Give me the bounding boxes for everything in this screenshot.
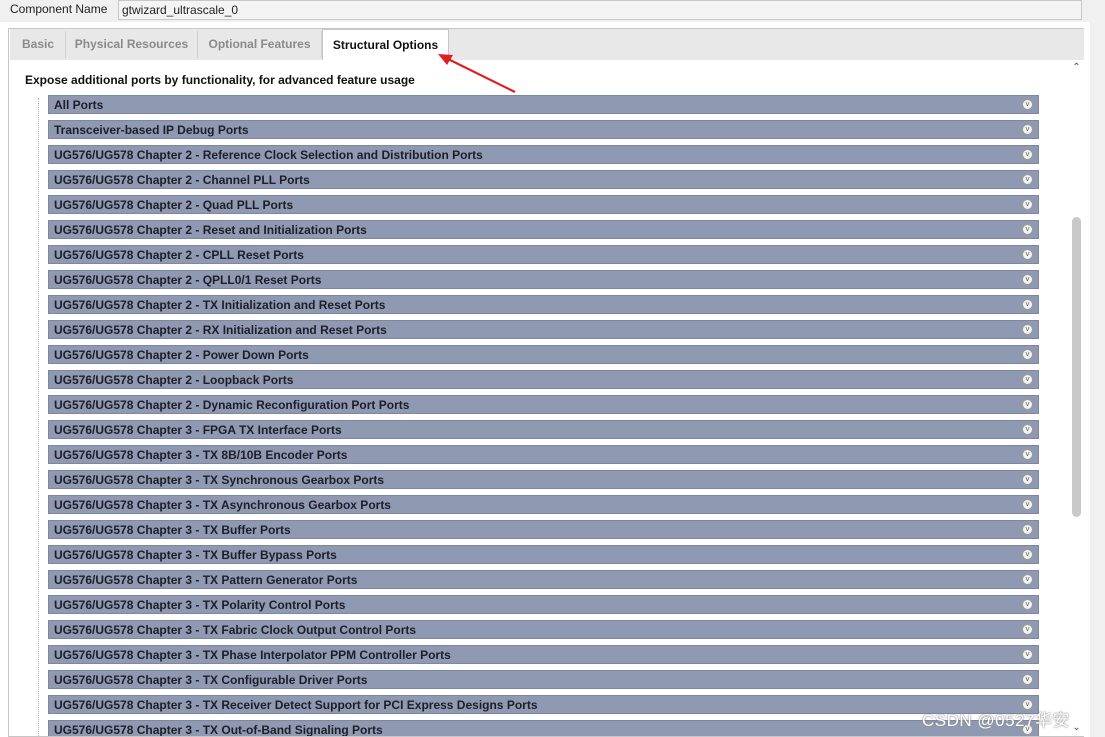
chevron-down-circle-icon[interactable]: ˅ bbox=[1022, 599, 1033, 610]
chevron-down-circle-icon[interactable]: ˅ bbox=[1022, 299, 1033, 310]
tab-structural-options[interactable]: Structural Options bbox=[322, 29, 449, 60]
port-group-header[interactable]: UG576/UG578 Chapter 3 - TX Synchronous G… bbox=[48, 470, 1039, 489]
port-group-header[interactable]: UG576/UG578 Chapter 2 - Reference Clock … bbox=[48, 145, 1039, 164]
chevron-up-icon[interactable]: ⌃ bbox=[1071, 62, 1082, 74]
chevron-down-circle-icon[interactable]: ˅ bbox=[1022, 674, 1033, 685]
port-group-label: UG576/UG578 Chapter 2 - Quad PLL Ports bbox=[54, 198, 294, 212]
chevron-down-circle-icon[interactable]: ˅ bbox=[1022, 174, 1033, 185]
port-group-label: UG576/UG578 Chapter 3 - TX Pattern Gener… bbox=[54, 573, 358, 587]
port-group-header[interactable]: UG576/UG578 Chapter 3 - TX Configurable … bbox=[48, 670, 1039, 689]
port-group-header[interactable]: Transceiver-based IP Debug Ports ˅ bbox=[48, 120, 1039, 139]
port-group-label: UG576/UG578 Chapter 3 - TX Polarity Cont… bbox=[54, 598, 346, 612]
port-group-header[interactable]: UG576/UG578 Chapter 3 - TX Pattern Gener… bbox=[48, 570, 1039, 589]
vertical-scrollbar[interactable]: ⌃ ⌄ bbox=[1069, 60, 1084, 736]
port-group-header[interactable]: UG576/UG578 Chapter 3 - TX Buffer Ports ˅ bbox=[48, 520, 1039, 539]
port-group-label: UG576/UG578 Chapter 3 - TX Asynchronous … bbox=[54, 498, 391, 512]
component-name-row: Component Name bbox=[0, 0, 1105, 22]
component-name-input[interactable] bbox=[118, 0, 1082, 20]
chevron-down-circle-icon[interactable]: ˅ bbox=[1022, 99, 1033, 110]
chevron-down-circle-icon[interactable]: ˅ bbox=[1022, 524, 1033, 535]
chevron-down-circle-icon[interactable]: ˅ bbox=[1022, 149, 1033, 160]
port-group-label: UG576/UG578 Chapter 2 - RX Initializatio… bbox=[54, 323, 387, 337]
port-group-label: UG576/UG578 Chapter 3 - TX Fabric Clock … bbox=[54, 623, 417, 637]
chevron-down-circle-icon[interactable]: ˅ bbox=[1022, 349, 1033, 360]
port-group-label: UG576/UG578 Chapter 2 - QPLL0/1 Reset Po… bbox=[54, 273, 322, 287]
port-group-header[interactable]: UG576/UG578 Chapter 3 - TX Asynchronous … bbox=[48, 495, 1039, 514]
chevron-down-circle-icon[interactable]: ˅ bbox=[1022, 499, 1033, 510]
tree-guide-line bbox=[38, 98, 39, 736]
port-group-label: UG576/UG578 Chapter 3 - TX 8B/10B Encode… bbox=[54, 448, 348, 462]
config-panel: Basic Physical Resources Optional Featur… bbox=[8, 28, 1084, 737]
port-group-label: UG576/UG578 Chapter 3 - TX Synchronous G… bbox=[54, 473, 385, 487]
chevron-down-circle-icon[interactable]: ˅ bbox=[1022, 424, 1033, 435]
structural-options-content: Expose additional ports by functionality… bbox=[10, 60, 1058, 736]
tab-bar: Basic Physical Resources Optional Featur… bbox=[10, 29, 1084, 60]
port-group-label: Transceiver-based IP Debug Ports bbox=[54, 123, 249, 137]
chevron-down-circle-icon[interactable]: ˅ bbox=[1022, 249, 1033, 260]
port-group-label: UG576/UG578 Chapter 2 - Dynamic Reconfig… bbox=[54, 398, 410, 412]
chevron-down-circle-icon[interactable]: ˅ bbox=[1022, 224, 1033, 235]
port-group-header[interactable]: UG576/UG578 Chapter 3 - FPGA TX Interfac… bbox=[48, 420, 1039, 439]
port-group-label: UG576/UG578 Chapter 2 - Power Down Ports bbox=[54, 348, 309, 362]
port-group-header[interactable]: UG576/UG578 Chapter 2 - TX Initializatio… bbox=[48, 295, 1039, 314]
chevron-down-circle-icon[interactable]: ˅ bbox=[1022, 324, 1033, 335]
port-group-header[interactable]: All Ports ˅ bbox=[48, 95, 1039, 114]
port-group-label: UG576/UG578 Chapter 2 - CPLL Reset Ports bbox=[54, 248, 304, 262]
port-group-header[interactable]: UG576/UG578 Chapter 2 - CPLL Reset Ports… bbox=[48, 245, 1039, 264]
chevron-down-circle-icon[interactable]: ˅ bbox=[1022, 549, 1033, 560]
port-group-header[interactable]: UG576/UG578 Chapter 2 - Channel PLL Port… bbox=[48, 170, 1039, 189]
tab-basic[interactable]: Basic bbox=[11, 31, 66, 58]
watermark: CSDN @0527华安 bbox=[922, 711, 1070, 730]
port-group-label: UG576/UG578 Chapter 2 - TX Initializatio… bbox=[54, 298, 386, 312]
chevron-down-circle-icon[interactable]: ˅ bbox=[1022, 274, 1033, 285]
chevron-down-circle-icon[interactable]: ˅ bbox=[1022, 574, 1033, 585]
scroll-thumb[interactable] bbox=[1072, 217, 1081, 517]
port-group-header[interactable]: UG576/UG578 Chapter 2 - QPLL0/1 Reset Po… bbox=[48, 270, 1039, 289]
port-group-header[interactable]: UG576/UG578 Chapter 2 - Loopback Ports ˅ bbox=[48, 370, 1039, 389]
port-group-label: UG576/UG578 Chapter 3 - TX Out-of-Band S… bbox=[54, 723, 383, 736]
chevron-down-circle-icon[interactable]: ˅ bbox=[1022, 624, 1033, 635]
outer-right-strip bbox=[1090, 0, 1105, 737]
component-name-label: Component Name bbox=[10, 2, 108, 16]
port-group-label: UG576/UG578 Chapter 3 - TX Phase Interpo… bbox=[54, 648, 451, 662]
chevron-down-circle-icon[interactable]: ˅ bbox=[1022, 399, 1033, 410]
port-group-header[interactable]: UG576/UG578 Chapter 2 - Quad PLL Ports ˅ bbox=[48, 195, 1039, 214]
port-group-header[interactable]: UG576/UG578 Chapter 2 - Power Down Ports… bbox=[48, 345, 1039, 364]
tab-physical-resources[interactable]: Physical Resources bbox=[66, 31, 198, 58]
port-group-label: UG576/UG578 Chapter 3 - TX Receiver Dete… bbox=[54, 698, 538, 712]
port-group-header[interactable]: UG576/UG578 Chapter 3 - TX Out-of-Band S… bbox=[48, 720, 1039, 736]
chevron-down-circle-icon[interactable]: ˅ bbox=[1022, 474, 1033, 485]
port-group-header[interactable]: UG576/UG578 Chapter 3 - TX Receiver Dete… bbox=[48, 695, 1039, 714]
port-group-header[interactable]: UG576/UG578 Chapter 2 - Reset and Initia… bbox=[48, 220, 1039, 239]
port-group-label: All Ports bbox=[54, 98, 104, 112]
port-group-header[interactable]: UG576/UG578 Chapter 2 - Dynamic Reconfig… bbox=[48, 395, 1039, 414]
chevron-down-circle-icon[interactable]: ˅ bbox=[1022, 449, 1033, 460]
port-group-label: UG576/UG578 Chapter 2 - Loopback Ports bbox=[54, 373, 294, 387]
port-group-list: All Ports ˅ Transceiver-based IP Debug Por… bbox=[48, 95, 1039, 736]
port-group-label: UG576/UG578 Chapter 3 - TX Configurable … bbox=[54, 673, 368, 687]
chevron-down-circle-icon[interactable]: ˅ bbox=[1022, 374, 1033, 385]
section-heading: Expose additional ports by functionality… bbox=[25, 73, 415, 87]
port-group-header[interactable]: UG576/UG578 Chapter 3 - TX Buffer Bypass… bbox=[48, 545, 1039, 564]
port-group-label: UG576/UG578 Chapter 2 - Channel PLL Port… bbox=[54, 173, 310, 187]
chevron-down-circle-icon[interactable]: ˅ bbox=[1022, 199, 1033, 210]
chevron-down-circle-icon[interactable]: ˅ bbox=[1022, 124, 1033, 135]
port-group-label: UG576/UG578 Chapter 3 - TX Buffer Ports bbox=[54, 523, 291, 537]
port-group-label: UG576/UG578 Chapter 3 - TX Buffer Bypass… bbox=[54, 548, 337, 562]
port-group-label: UG576/UG578 Chapter 2 - Reference Clock … bbox=[54, 148, 483, 162]
port-group-header[interactable]: UG576/UG578 Chapter 3 - TX 8B/10B Encode… bbox=[48, 445, 1039, 464]
chevron-down-circle-icon[interactable]: ˅ bbox=[1022, 649, 1033, 660]
port-group-header[interactable]: UG576/UG578 Chapter 3 - TX Polarity Cont… bbox=[48, 595, 1039, 614]
port-group-label: UG576/UG578 Chapter 2 - Reset and Initia… bbox=[54, 223, 367, 237]
port-group-label: UG576/UG578 Chapter 3 - FPGA TX Interfac… bbox=[54, 423, 342, 437]
tab-optional-features[interactable]: Optional Features bbox=[198, 31, 322, 58]
port-group-header[interactable]: UG576/UG578 Chapter 2 - RX Initializatio… bbox=[48, 320, 1039, 339]
port-group-header[interactable]: UG576/UG578 Chapter 3 - TX Fabric Clock … bbox=[48, 620, 1039, 639]
chevron-down-icon[interactable]: ⌄ bbox=[1071, 722, 1082, 734]
port-group-header[interactable]: UG576/UG578 Chapter 3 - TX Phase Interpo… bbox=[48, 645, 1039, 664]
